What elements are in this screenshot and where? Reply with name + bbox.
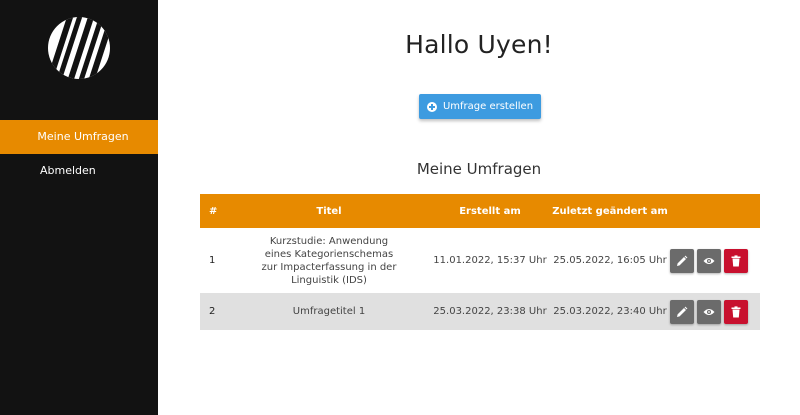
create-survey-label: Umfrage erstellen bbox=[442, 101, 534, 112]
section-title: Meine Umfragen bbox=[416, 160, 542, 178]
row-actions bbox=[670, 299, 760, 324]
page-title: Hallo Uyen! bbox=[405, 30, 553, 59]
sidebar: Meine Umfragen Abmelden bbox=[0, 0, 158, 415]
column-header-title: Titel bbox=[316, 205, 342, 217]
table-row: 2 Umfragetitel 1 25.03.2022, 23:38 Uhr 2… bbox=[200, 293, 760, 330]
trash-icon bbox=[731, 254, 741, 266]
eye-icon bbox=[703, 257, 715, 264]
row-created: 11.01.2022, 15:37 Uhr bbox=[433, 255, 547, 266]
edit-button[interactable] bbox=[670, 248, 694, 273]
view-button[interactable] bbox=[697, 299, 721, 324]
logo-icon bbox=[48, 17, 110, 79]
row-number: 1 bbox=[209, 255, 216, 266]
row-changed: 25.05.2022, 16:05 Uhr bbox=[553, 255, 667, 266]
column-header-number: # bbox=[209, 205, 218, 217]
column-header-created: Erstellt am bbox=[459, 205, 521, 217]
table-header: # Titel Erstellt am Zuletzt geändert am bbox=[200, 194, 760, 228]
table-row: 1 Kurzstudie: Anwendung eines Kategorien… bbox=[200, 228, 760, 293]
row-actions bbox=[670, 248, 760, 273]
row-title: Kurzstudie: Anwendung eines Kategoriensc… bbox=[261, 235, 397, 286]
edit-icon bbox=[677, 255, 688, 266]
trash-icon bbox=[731, 305, 741, 317]
view-button[interactable] bbox=[697, 248, 721, 273]
plus-circle-icon bbox=[426, 101, 437, 112]
eye-icon bbox=[703, 308, 715, 315]
edit-icon bbox=[677, 306, 688, 317]
surveys-table: # Titel Erstellt am Zuletzt geändert am … bbox=[200, 194, 760, 330]
column-header-changed: Zuletzt geändert am bbox=[552, 205, 668, 217]
delete-button[interactable] bbox=[724, 248, 748, 273]
row-changed: 25.03.2022, 23:40 Uhr bbox=[553, 306, 667, 317]
row-created: 25.03.2022, 23:38 Uhr bbox=[433, 306, 547, 317]
main-content: Hallo Uyen! Umfrage erstellen Meine Umfr… bbox=[158, 0, 800, 415]
create-survey-button[interactable]: Umfrage erstellen bbox=[419, 94, 541, 119]
row-title: Umfragetitel 1 bbox=[292, 306, 366, 317]
delete-button[interactable] bbox=[724, 299, 748, 324]
sidebar-item-meine-umfragen[interactable]: Meine Umfragen bbox=[0, 120, 158, 154]
edit-button[interactable] bbox=[670, 299, 694, 324]
sidebar-item-abmelden[interactable]: Abmelden bbox=[0, 154, 158, 188]
row-number: 2 bbox=[209, 306, 216, 317]
